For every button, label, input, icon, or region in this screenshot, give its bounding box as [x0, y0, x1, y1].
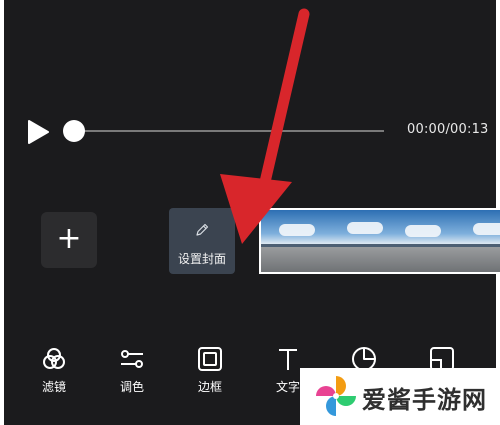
toolbar-label: 滤镜: [41, 380, 66, 394]
video-clip-strip[interactable]: [259, 208, 500, 274]
editor-screen: 00:00/00:13 + 设置封面 滤镜 调色 边框 文字: [4, 0, 500, 425]
clip-frame: [389, 210, 453, 272]
time-readout: 00:00/00:13: [407, 122, 489, 137]
toolbar-filter-button[interactable]: 滤镜: [30, 346, 78, 395]
watermark: 爱酱手游网: [300, 368, 496, 425]
play-icon: [28, 120, 49, 144]
pencil-icon: [196, 223, 209, 236]
toolbar-border-button[interactable]: 边框: [186, 346, 234, 395]
progress-handle[interactable]: [63, 120, 85, 142]
clip-frame: [453, 210, 500, 272]
watermark-text: 爱酱手游网: [362, 386, 487, 414]
text-icon: [279, 349, 297, 370]
toolbar-label: 调色: [119, 380, 144, 394]
play-button[interactable]: [24, 118, 52, 146]
pinwheel-logo-icon: [316, 376, 356, 416]
set-cover-button[interactable]: 设置封面: [169, 208, 235, 274]
toolbar-label: 边框: [197, 380, 222, 394]
set-cover-label: 设置封面: [177, 252, 226, 266]
clip-frame: [325, 210, 389, 272]
toolbar-adjust-button[interactable]: 调色: [108, 346, 156, 395]
filter-icon: [43, 348, 65, 369]
add-clip-button[interactable]: +: [41, 212, 97, 268]
progress-track[interactable]: [74, 130, 384, 132]
clip-frame: [261, 210, 325, 272]
adjust-icon: [121, 350, 143, 368]
border-icon: [198, 347, 222, 371]
